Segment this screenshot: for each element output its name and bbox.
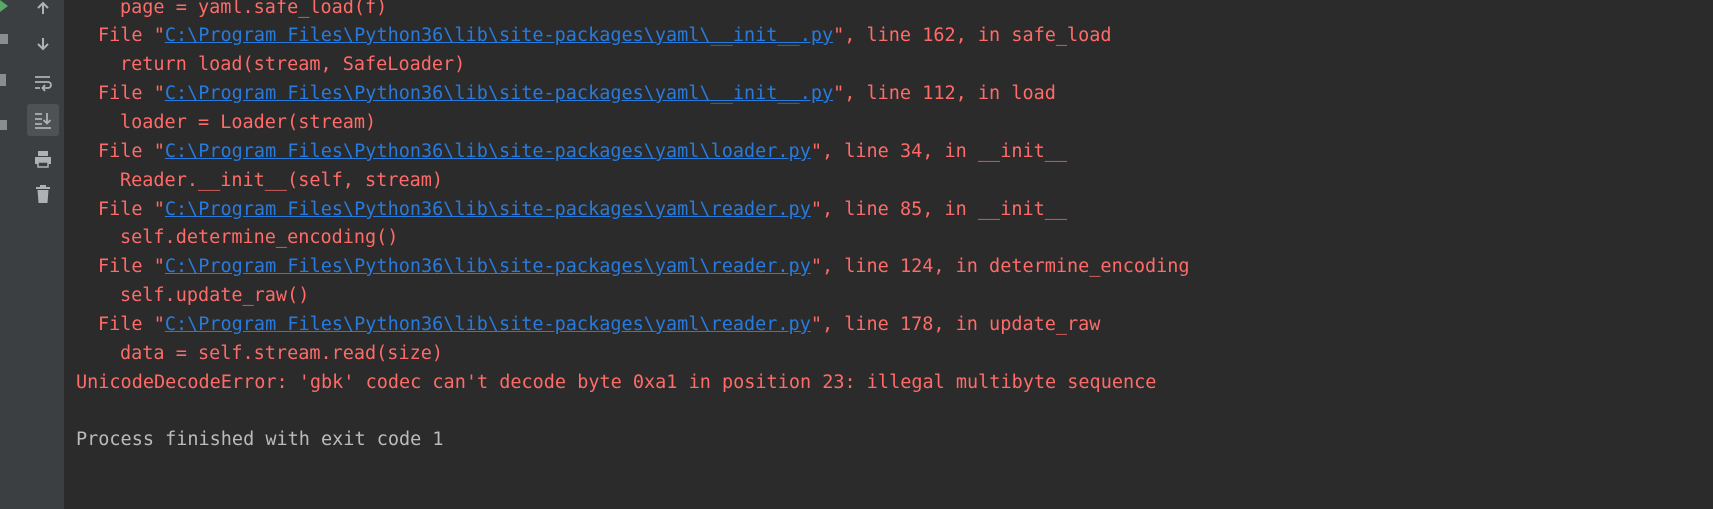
code-line: Reader.__init__(self, stream) [120, 170, 444, 191]
outer-toolbar-strip [0, 0, 23, 509]
error-message: UnicodeDecodeError: 'gbk' codec can't de… [76, 372, 1157, 393]
code-line: data = self.stream.read(size) [120, 343, 444, 364]
file-link[interactable]: C:\Program Files\Python36\lib\site-packa… [165, 256, 811, 277]
traceback-file-line: File "C:\Program Files\Python36\lib\site… [98, 83, 1056, 104]
run-indicator-icon[interactable] [0, 0, 8, 12]
file-link[interactable]: C:\Program Files\Python36\lib\site-packa… [165, 141, 811, 162]
layout-icon[interactable] [0, 74, 6, 86]
console-toolbar [22, 0, 65, 509]
run-console-window: page = yaml.safe_load(f) File "C:\Progra… [0, 0, 1713, 509]
traceback-file-line: File "C:\Program Files\Python36\lib\site… [98, 25, 1112, 46]
traceback-file-line: File "C:\Program Files\Python36\lib\site… [98, 256, 1190, 277]
pin-icon[interactable] [0, 120, 7, 130]
code-line: loader = Loader(stream) [120, 112, 377, 133]
soft-wrap-button[interactable] [27, 67, 59, 99]
file-link[interactable]: C:\Program Files\Python36\lib\site-packa… [165, 314, 811, 335]
scroll-to-end-button[interactable] [27, 104, 59, 136]
code-line: page = yaml.safe_load(f) [120, 0, 388, 18]
console-output[interactable]: page = yaml.safe_load(f) File "C:\Progra… [64, 0, 1713, 509]
print-button[interactable] [27, 143, 59, 175]
traceback-file-line: File "C:\Program Files\Python36\lib\site… [98, 314, 1101, 335]
process-exit-message: Process finished with exit code 1 [76, 429, 444, 450]
stop-icon[interactable] [0, 34, 8, 44]
print-icon [35, 151, 51, 168]
traceback-file-line: File "C:\Program Files\Python36\lib\site… [98, 141, 1068, 162]
code-line: self.update_raw() [120, 285, 310, 306]
code-line: return load(stream, SafeLoader) [120, 54, 466, 75]
file-link[interactable]: C:\Program Files\Python36\lib\site-packa… [165, 83, 833, 104]
soft-wrap-icon [35, 76, 52, 92]
arrow-down-icon [37, 38, 49, 51]
down-button[interactable] [27, 28, 59, 60]
traceback-file-line: File "C:\Program Files\Python36\lib\site… [98, 199, 1068, 220]
trash-icon [36, 185, 50, 203]
code-line: self.determine_encoding() [120, 227, 399, 248]
arrow-up-icon [37, 1, 49, 14]
clear-all-button[interactable] [27, 178, 59, 210]
file-link[interactable]: C:\Program Files\Python36\lib\site-packa… [165, 199, 811, 220]
scroll-to-end-icon [35, 113, 52, 129]
up-button[interactable] [27, 0, 59, 24]
file-link[interactable]: C:\Program Files\Python36\lib\site-packa… [165, 25, 833, 46]
